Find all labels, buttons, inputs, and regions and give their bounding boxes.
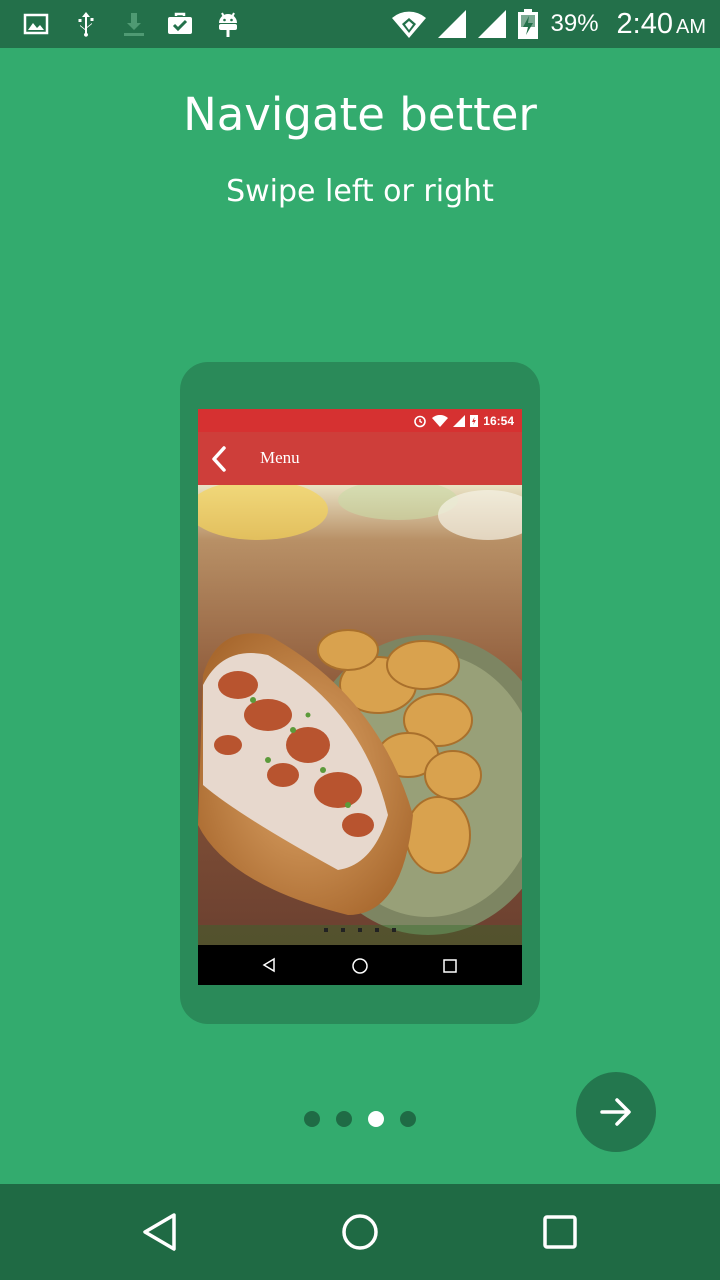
phone-mockup: 16:54 Menu bbox=[180, 362, 540, 1024]
page-dot[interactable] bbox=[400, 1111, 416, 1127]
android-icon bbox=[219, 12, 237, 37]
usb-icon bbox=[78, 12, 94, 37]
battery-charging-icon bbox=[517, 9, 538, 39]
mockup-dot bbox=[341, 928, 345, 932]
mockup-nav-bar bbox=[198, 945, 522, 985]
mockup-screen: 16:54 Menu bbox=[198, 409, 522, 985]
back-arrow-icon bbox=[212, 446, 226, 472]
mockup-app-bar: Menu bbox=[198, 432, 522, 485]
onboarding-title: Navigate better bbox=[183, 88, 537, 141]
status-bar: 39% 2:40 AM bbox=[0, 0, 720, 48]
arrow-right-icon bbox=[600, 1098, 631, 1126]
page-dot-active[interactable] bbox=[368, 1111, 384, 1127]
recents-button[interactable] bbox=[532, 1204, 588, 1260]
next-button[interactable] bbox=[576, 1072, 656, 1152]
mockup-dot bbox=[358, 928, 362, 932]
download-icon bbox=[124, 13, 144, 36]
home-circle-icon bbox=[342, 1214, 378, 1250]
briefcase-check-icon bbox=[168, 12, 192, 34]
alarm-icon bbox=[414, 415, 427, 427]
mockup-back-icon bbox=[262, 957, 275, 973]
signal-icon bbox=[477, 10, 506, 38]
page-dot[interactable] bbox=[336, 1111, 352, 1127]
mockup-dot bbox=[392, 928, 396, 932]
recents-square-icon bbox=[543, 1215, 577, 1249]
food-image bbox=[198, 485, 522, 945]
back-triangle-icon bbox=[143, 1213, 176, 1251]
page-dot[interactable] bbox=[304, 1111, 320, 1127]
status-right-cluster: 39% 2:40 AM bbox=[391, 0, 706, 48]
clock: 2:40 AM bbox=[616, 7, 706, 40]
wifi-icon bbox=[391, 11, 426, 38]
mockup-dot bbox=[375, 928, 379, 932]
mockup-time: 16:54 bbox=[483, 413, 514, 428]
image-icon bbox=[23, 13, 49, 35]
signal-icon bbox=[437, 10, 466, 38]
mockup-dot bbox=[324, 928, 328, 932]
mockup-status-bar: 16:54 bbox=[198, 409, 522, 432]
navigation-bar bbox=[0, 1184, 720, 1280]
mockup-recents-icon bbox=[443, 959, 457, 973]
mockup-home-icon bbox=[352, 958, 368, 974]
back-button[interactable] bbox=[132, 1204, 188, 1260]
mockup-wifi-icon bbox=[432, 414, 449, 427]
onboarding-subtitle: Swipe left or right bbox=[226, 174, 494, 209]
home-button[interactable] bbox=[332, 1204, 388, 1260]
mockup-app-title: Menu bbox=[260, 448, 300, 467]
mockup-signal-icon bbox=[453, 414, 466, 427]
mockup-carousel-dots bbox=[198, 928, 522, 932]
mockup-battery-icon bbox=[470, 415, 479, 427]
battery-percent: 39% bbox=[550, 10, 599, 37]
